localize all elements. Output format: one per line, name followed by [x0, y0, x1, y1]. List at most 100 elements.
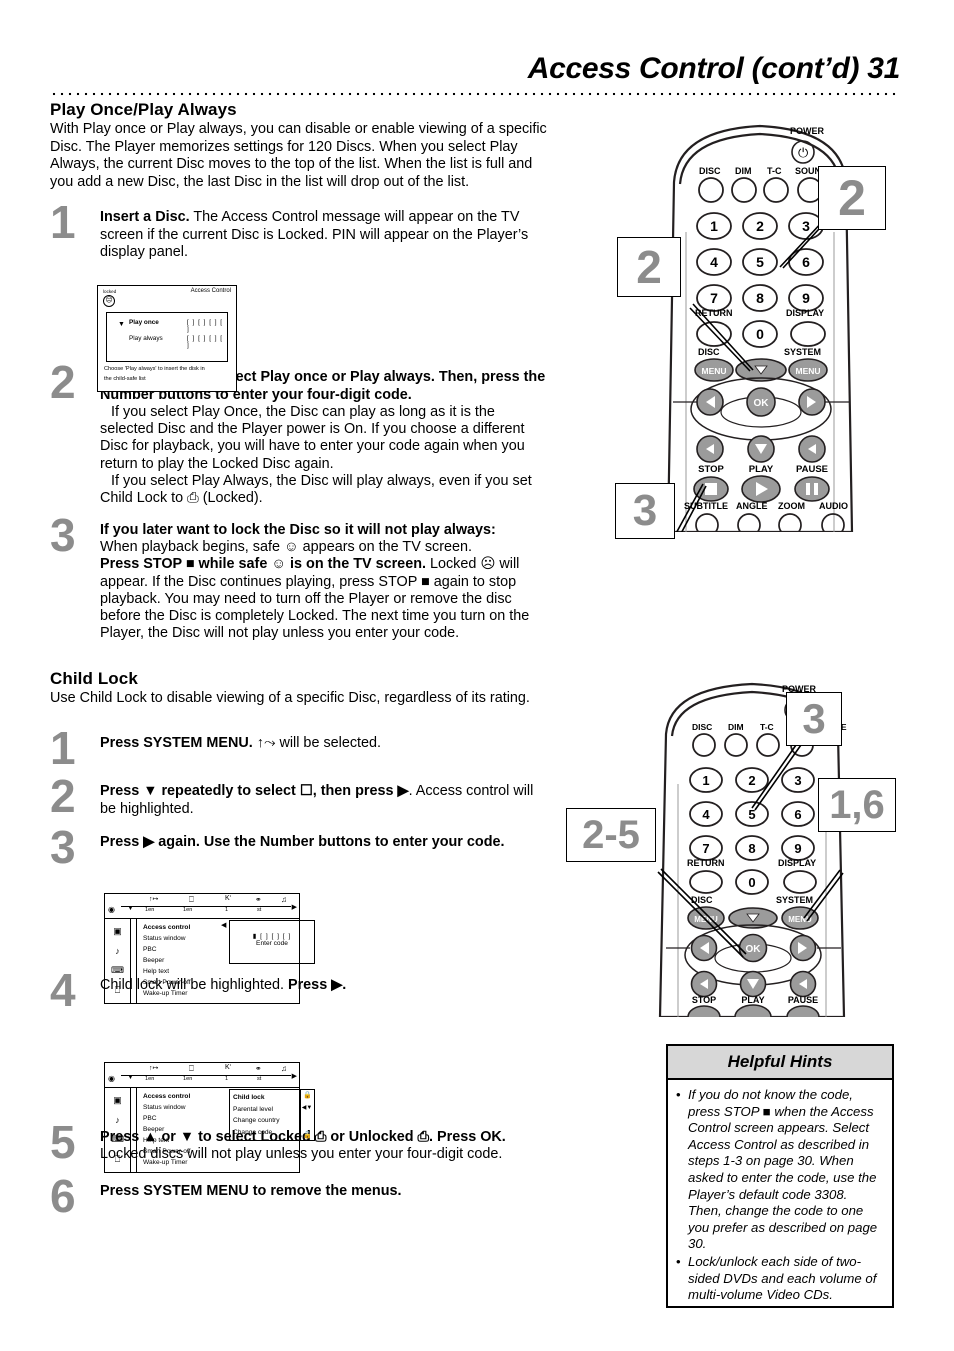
play-button[interactable]	[734, 1004, 772, 1017]
osd-menu-step4: ◉ ▼ ↑↦ ⎕ Κ‘ ⚭ ♫ 1en 1en 1 st ▶ ▣ ♪ ⌨ ⎕ A…	[104, 1062, 315, 1173]
audio-button[interactable]	[821, 513, 845, 532]
step-bold: Press ▶ again. Use the Number buttons to…	[100, 833, 505, 850]
enter-code-label: Enter code	[256, 940, 288, 947]
lock-open-icon[interactable]: 🔓	[301, 1131, 314, 1139]
subtitle-icon: ⎕	[189, 1064, 194, 1073]
display-label: DISPLAY	[778, 858, 816, 868]
language-icon[interactable]: ⌨	[111, 1134, 124, 1145]
key-9-label: 9	[794, 841, 801, 856]
section-intro-play: With Play once or Play always, you can d…	[50, 121, 547, 190]
system-menu-label: SYSTEM	[776, 895, 813, 905]
sound-icon[interactable]: ♪	[115, 946, 120, 956]
hint-item: If you do not know the code, press STOP …	[676, 1087, 883, 1253]
picture-icon[interactable]: ▣	[113, 1095, 122, 1106]
disc-menu-icon: Κ‘	[225, 895, 232, 902]
key-5-label: 5	[748, 807, 755, 822]
step-bold: Press ▼ repeatedly to select ☐, then pre…	[100, 783, 409, 800]
disc-label: DISC	[692, 722, 712, 732]
key-2-label: 2	[756, 218, 764, 234]
osd-item-help-text[interactable]: Help text	[143, 966, 299, 977]
osd-lock-column: 🔒 ◀▼ 🔓	[300, 1090, 314, 1140]
step-text: Press ▼ repeatedly to select ☐, then pre…	[100, 783, 550, 818]
dim-button[interactable]	[731, 177, 757, 203]
tv-footer-line-2: the child-safe list	[104, 376, 146, 382]
left-right-arrows-icon: ◀▼	[301, 1105, 313, 1111]
key-6-label: 6	[802, 254, 810, 270]
disc-button[interactable]	[692, 733, 716, 757]
childlock-step-1: 1 Press SYSTEM MENU. ↑⤳ will be selected…	[50, 725, 550, 771]
tv-option-row[interactable]: Play always [ ] [ ] [ ] [ ]	[107, 329, 227, 349]
features-icon[interactable]: ⎕	[115, 985, 120, 996]
code-placeholder: [ ] [ ] [ ]	[260, 933, 292, 940]
pause-label: PAUSE	[788, 995, 818, 1005]
pause-button[interactable]	[786, 1005, 820, 1017]
disc-label: DISC	[699, 166, 721, 176]
dim-label: DIM	[728, 722, 744, 732]
osd-submenu: Child lock Parental level Change country…	[229, 1089, 315, 1141]
ok-button-label: OK	[746, 944, 762, 955]
power-icon: ⏻	[798, 145, 808, 160]
osd-top-bar: ◉ ▼ ↑↦ ⎕ Κ‘ ⚭ ♫ 1en 1en 1 st ▶	[104, 893, 300, 918]
tv-locked-label: locked	[103, 289, 117, 294]
osd-bar-value: st	[257, 907, 262, 913]
tc-button[interactable]	[756, 733, 780, 757]
sound-icon[interactable]: ♪	[115, 1115, 120, 1125]
chevron-right-icon: ▶	[291, 1073, 297, 1080]
header-divider	[50, 92, 898, 96]
ok-button-label: OK	[754, 398, 770, 409]
display-button[interactable]	[790, 321, 826, 347]
step-bold: If you later want to lock the Disc so it…	[100, 521, 496, 538]
disc-menu-label: DISC	[698, 347, 720, 357]
picture-icon[interactable]: ▣	[113, 926, 122, 937]
angle-button[interactable]	[737, 513, 761, 532]
tv-screen-mock-access-control: locked ☹ Access Control ▼ Play once [ ] …	[97, 285, 237, 392]
key-0-label: 0	[756, 326, 764, 342]
osd-submenu-items: Child lock Parental level Change country…	[230, 1090, 300, 1140]
disc-menu-label: DISC	[691, 895, 713, 905]
stop-button[interactable]	[687, 1005, 721, 1017]
step-number: 4	[50, 964, 76, 1017]
tc-button[interactable]	[763, 177, 789, 203]
osd-item-smart-power-off[interactable]: Smart Power-off	[143, 1146, 299, 1157]
tv-option-code: [ ] [ ] [ ] [ ]	[187, 335, 224, 349]
tv-option-row[interactable]: ▼ Play once [ ] [ ] [ ] [ ]	[107, 313, 227, 333]
hint-item: Lock/unlock each side of two-sided DVDs …	[676, 1254, 883, 1304]
osd-item-smart-power-off[interactable]: Smart Power-off	[143, 977, 299, 988]
key-4-label: 4	[702, 807, 710, 822]
osd-item-list: Access control Status window PBC Beeper …	[137, 1088, 315, 1172]
zoom-button[interactable]	[778, 513, 802, 532]
osd-bar-value: 1en	[183, 1076, 193, 1082]
page-title: Access Control (cont’d) 31	[527, 52, 901, 85]
remote-control-illustration-bottom: POWER ⏻ DISC DIM T-C SOUND MODE	[657, 682, 847, 1017]
display-button[interactable]	[783, 870, 817, 894]
disc-button[interactable]	[698, 177, 724, 203]
language-icon[interactable]: ⌨	[111, 965, 124, 976]
pause-button[interactable]	[794, 476, 830, 502]
code-entry-field[interactable]: ▮ [ ] [ ] [ ]	[230, 932, 314, 940]
stop-label: STOP	[692, 995, 716, 1005]
step-paragraph-2: If you select Play Always, the Disc will…	[100, 473, 532, 507]
step-bold: Insert a Disc.	[100, 209, 190, 226]
osd-menu-step3: ◉ ▼ ↑↦ ⎕ Κ‘ ⚭ ♫ 1en 1en 1 st ▶ ▣ ♪ ⌨ ⎕ A…	[104, 893, 315, 1004]
angle-icon: ⚭	[255, 895, 262, 904]
osd-item-wake-up-timer[interactable]: Wake-up Timer	[143, 988, 299, 999]
step-text: If you later want to lock the Disc so it…	[100, 522, 550, 643]
key-1-label: 1	[702, 773, 709, 788]
osd-subitem-child-lock[interactable]: Child lock	[233, 1092, 300, 1104]
selection-triangle-icon: ▼	[118, 321, 125, 328]
subtitle-button[interactable]	[695, 513, 719, 532]
key-3-label: 3	[794, 773, 801, 788]
play-step-3: 3 If you later want to lock the Disc so …	[50, 512, 550, 643]
section-intro-childlock: Use Child Lock to disable viewing of a s…	[50, 689, 530, 706]
dim-button[interactable]	[724, 733, 748, 757]
return-button[interactable]	[689, 870, 723, 894]
osd-subitem-parental-level[interactable]: Parental level	[233, 1104, 300, 1116]
features-icon[interactable]: ⎕	[115, 1154, 120, 1165]
key-5-label: 5	[756, 254, 764, 270]
lock-closed-icon[interactable]: 🔒	[301, 1091, 314, 1099]
key-4-label: 4	[710, 254, 718, 270]
osd-subitem-change-country[interactable]: Change country	[233, 1115, 300, 1127]
osd-item-wake-up-timer[interactable]: Wake-up Timer	[143, 1157, 299, 1168]
osd-icon-rail: ▣ ♪ ⌨ ⎕	[105, 1088, 131, 1172]
osd-subitem-change-code[interactable]: Change code	[233, 1127, 300, 1139]
